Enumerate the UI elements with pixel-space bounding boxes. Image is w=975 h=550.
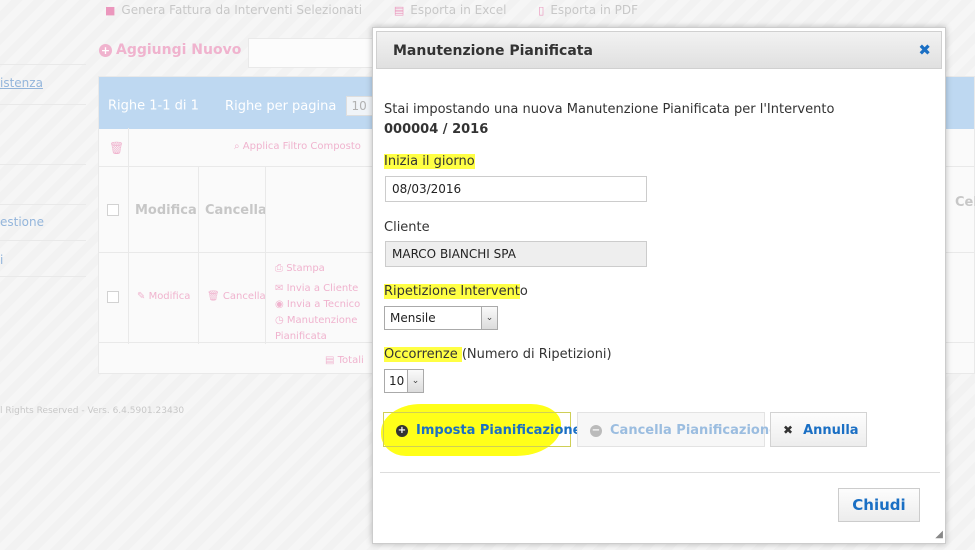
intro-text: Stai impostando una nuova Manutenzione P… bbox=[384, 100, 934, 140]
chevron-down-icon: ⌄ bbox=[481, 307, 497, 329]
planned-maintenance-dialog: Manutenzione Pianificata ✖ Stai impostan… bbox=[372, 27, 946, 544]
repeat-select[interactable]: Mensile ⌄ bbox=[384, 306, 498, 330]
dialog-titlebar: Manutenzione Pianificata ✖ bbox=[376, 31, 942, 69]
repeat-label-rest: o bbox=[519, 284, 528, 299]
start-date-input[interactable] bbox=[385, 176, 647, 202]
occurrences-label-rest: (Numero di Ripetizioni) bbox=[461, 347, 612, 362]
minus-circle-icon: − bbox=[590, 425, 602, 437]
plus-circle-icon: + bbox=[396, 425, 408, 437]
occurrences-select[interactable]: 10 ⌄ bbox=[384, 369, 424, 393]
cancel-schedule-label: Cancella Pianificazione bbox=[610, 423, 778, 438]
close-button[interactable]: Chiudi bbox=[838, 488, 920, 522]
close-icon[interactable]: ✖ bbox=[918, 41, 931, 59]
chevron-down-icon: ⌄ bbox=[407, 370, 423, 392]
dialog-body: Stai impostando una nuova Manutenzione P… bbox=[384, 100, 934, 393]
occurrences-select-value: 10 bbox=[389, 374, 405, 388]
resize-handle-icon[interactable]: ◢ bbox=[931, 529, 943, 541]
intro-sentence: Stai impostando una nuova Manutenzione P… bbox=[384, 102, 835, 117]
occurrences-label-highlight: Occorrenze bbox=[384, 347, 462, 362]
close-icon: ✖ bbox=[783, 423, 794, 437]
cancel-schedule-button[interactable]: − Cancella Pianificazione bbox=[577, 412, 778, 447]
start-date-label-text: Inizia il giorno bbox=[384, 154, 475, 169]
dialog-separator bbox=[380, 472, 940, 473]
occurrences-label: Occorrenze (Numero di Ripetizioni) bbox=[384, 347, 612, 362]
repeat-select-value: Mensile bbox=[390, 311, 436, 325]
start-date-label: Inizia il giorno bbox=[384, 154, 475, 169]
repeat-label: Ripetizione Intervento bbox=[384, 284, 528, 299]
annulla-button[interactable]: ✖ Annulla bbox=[770, 412, 867, 447]
repeat-label-highlight: Ripetizione Intervent bbox=[384, 284, 520, 299]
client-input[interactable] bbox=[385, 241, 647, 267]
set-schedule-label: Imposta Pianificazione bbox=[416, 423, 582, 438]
intervention-number: 000004 / 2016 bbox=[384, 122, 489, 137]
dialog-title: Manutenzione Pianificata bbox=[393, 43, 593, 59]
annulla-label: Annulla bbox=[803, 423, 859, 438]
set-schedule-button[interactable]: + Imposta Pianificazione bbox=[383, 412, 581, 447]
client-label: Cliente bbox=[384, 220, 430, 235]
